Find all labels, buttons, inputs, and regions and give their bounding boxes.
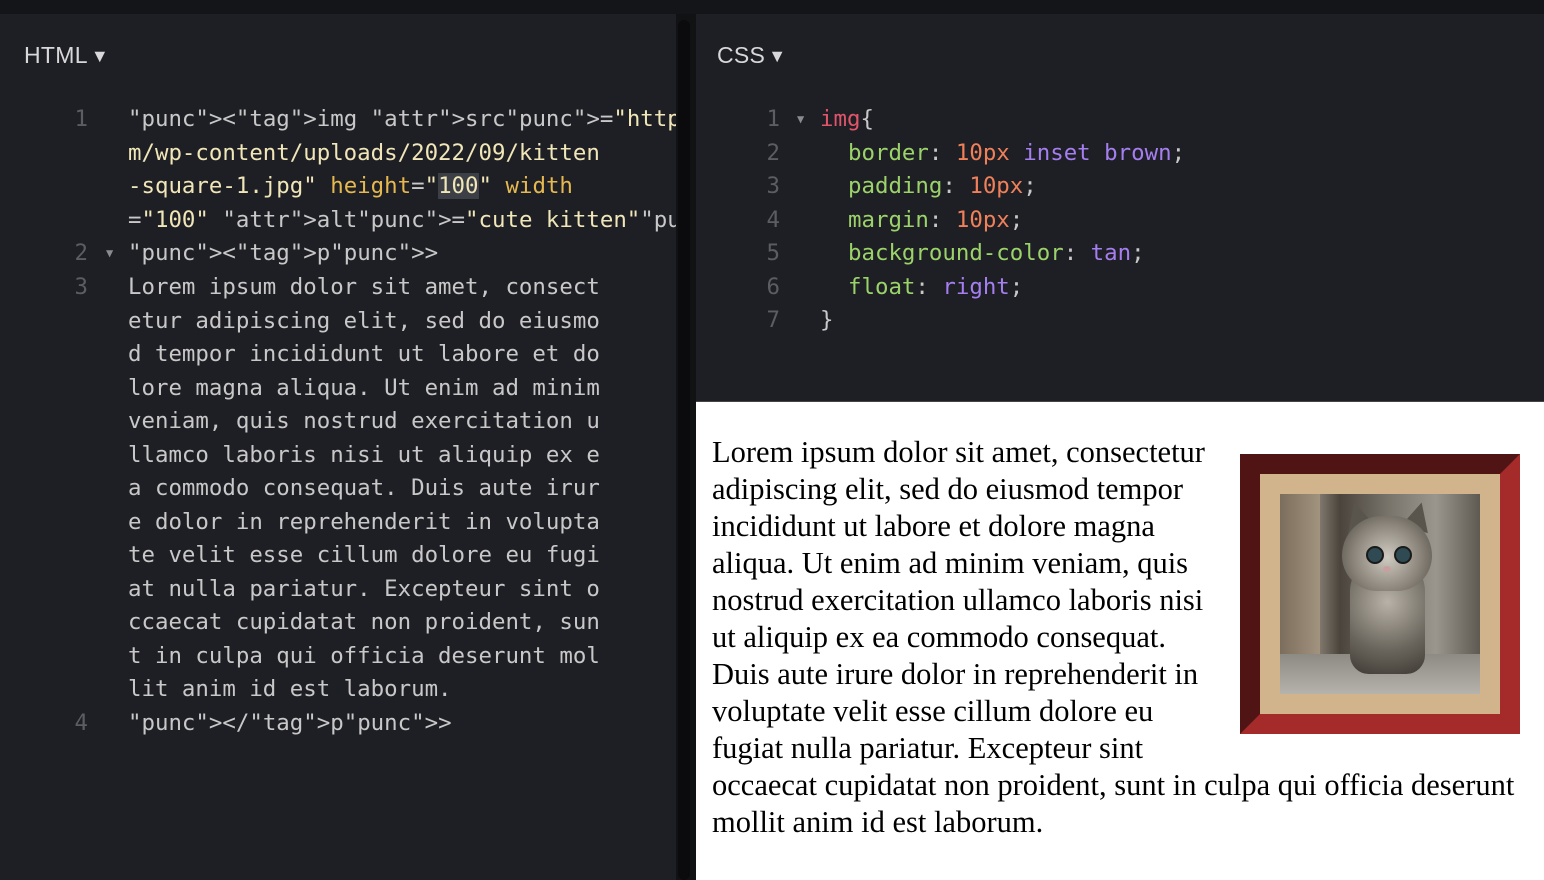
- html-text-row: e dolor in reprehenderit in volupta: [128, 508, 600, 535]
- css-rule-float: float: right;: [848, 273, 1024, 300]
- line-number: 1: [74, 106, 88, 132]
- html-text-row: ccaecat cupidatat non proident, sun: [128, 609, 600, 635]
- pane-divider[interactable]: [676, 14, 696, 880]
- html-text-row: etur adipiscing elit, sed do eiusmo: [128, 307, 600, 334]
- line-number: 6: [766, 273, 780, 300]
- css-value: 10px: [955, 206, 1010, 233]
- html-text-row: lore magna aliqua. Ut enim ad minim: [128, 374, 600, 401]
- kitten-image: [1280, 494, 1480, 694]
- html-line-4: "punc"></"tag">p"punc">>: [128, 710, 452, 736]
- html-editor-pane[interactable]: HTML ▼ 1 2 ▼ 3 4 "punc"><"tag">img "attr"…: [0, 14, 964, 880]
- css-value: inset: [1023, 139, 1091, 166]
- top-strip: [0, 0, 1544, 14]
- html-text-row: at nulla pariatur. Excepteur sint o: [128, 575, 600, 602]
- line-number: 4: [74, 710, 88, 736]
- line-number: 3: [74, 274, 88, 300]
- css-rule-padding: padding: 10px;: [848, 173, 1037, 199]
- html-text-row: Lorem ipsum dolor sit amet, consect: [128, 274, 600, 300]
- html-text-row: t in culpa qui officia deserunt mol: [128, 642, 600, 669]
- html-text-row: te velit esse cillum dolore eu fugi: [128, 542, 600, 568]
- html-panel-header[interactable]: HTML ▼: [24, 42, 109, 69]
- css-selector-line: img{: [820, 103, 874, 137]
- html-text-row: d tempor incididunt ut labore et do: [128, 341, 600, 367]
- css-panel-header[interactable]: CSS ▼: [717, 42, 786, 69]
- css-property: background-color: [848, 240, 1064, 266]
- css-property: float: [848, 273, 916, 300]
- html-line-1-row-2: m/wp-content/uploads/2022/09/kitten: [128, 139, 600, 166]
- css-value: tan: [1090, 240, 1132, 266]
- caret-down-icon[interactable]: ▼: [768, 46, 786, 66]
- resize-handle[interactable]: [678, 20, 690, 880]
- css-selector: img: [820, 106, 861, 132]
- line-number: 1: [766, 106, 780, 132]
- line-number: 2: [766, 139, 780, 166]
- open-brace: {: [860, 106, 874, 132]
- fold-arrow-icon[interactable]: ▼: [106, 237, 113, 271]
- line-number: 7: [766, 307, 780, 333]
- output-preview[interactable]: Lorem ipsum dolor sit amet, consectetur …: [696, 402, 1544, 880]
- css-close-line: }: [820, 304, 833, 338]
- html-text-row: lit anim id est laborum.: [128, 676, 452, 702]
- css-property: border: [848, 139, 929, 166]
- line-number: 5: [766, 240, 780, 266]
- close-brace: }: [820, 307, 834, 333]
- css-editor-pane[interactable]: CSS ▼ 1 ▼ 2 3 4 5 6 7 img{ border: 10px i…: [696, 14, 1544, 402]
- kitten-image-frame: [1240, 454, 1520, 734]
- html-text-row: llamco laboris nisi ut aliquip ex e: [128, 441, 600, 468]
- html-line-1-row-4: ="100" "attr">alt"punc">="cute kitten""p…: [128, 206, 748, 233]
- preview-paragraph-container: Lorem ipsum dolor sit amet, consectetur …: [712, 434, 1520, 841]
- html-text-row: veniam, quis nostrud exercitation u: [128, 408, 600, 434]
- html-line-1-row-3: -square-1.jpg" height="100" width: [128, 173, 573, 199]
- css-value: right: [942, 273, 1010, 300]
- css-property: margin: [848, 206, 929, 233]
- line-number: 3: [766, 173, 780, 199]
- css-rule-margin: margin: 10px;: [848, 206, 1024, 233]
- css-rule-border: border: 10px inset brown;: [848, 139, 1186, 166]
- css-rule-background-color: background-color: tan;: [848, 240, 1145, 266]
- css-property: padding: [848, 173, 943, 199]
- html-panel-label: HTML: [24, 42, 88, 68]
- line-number: 4: [766, 206, 780, 233]
- css-value: brown: [1104, 139, 1172, 166]
- caret-down-icon[interactable]: ▼: [91, 46, 109, 66]
- css-panel-label: CSS: [717, 42, 766, 68]
- line-number: 2: [74, 240, 88, 266]
- css-value: 10px: [955, 139, 1010, 166]
- css-value: 10px: [969, 173, 1024, 199]
- fold-arrow-icon[interactable]: ▼: [797, 103, 804, 137]
- html-line-2: "punc"><"tag">p"punc">>: [128, 240, 439, 266]
- html-text-row: a commodo consequat. Duis aute irur: [128, 475, 600, 501]
